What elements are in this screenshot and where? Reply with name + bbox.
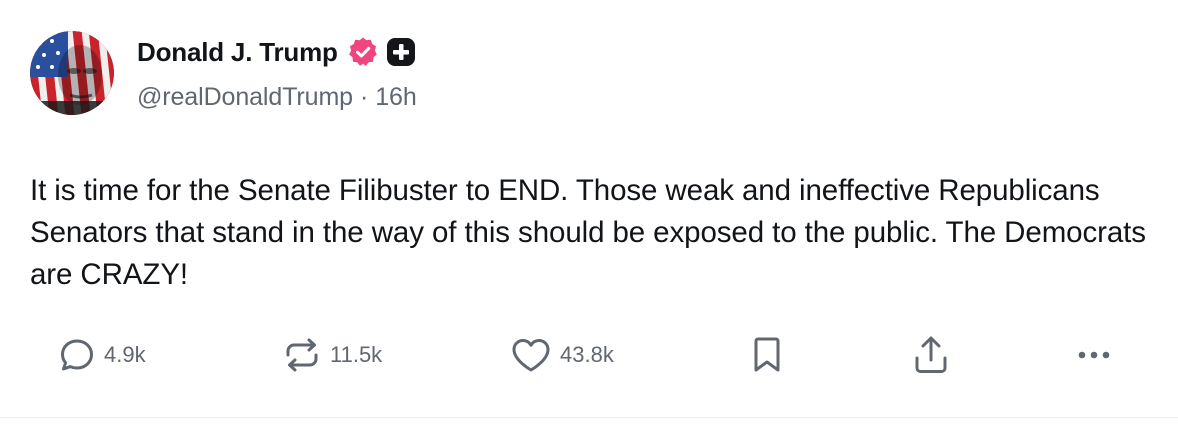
avatar-image — [30, 31, 114, 115]
bookmark-button[interactable] — [750, 330, 784, 380]
author-display-name[interactable]: Donald J. Trump — [137, 37, 338, 68]
more-options-button[interactable] — [1076, 330, 1114, 380]
reply-icon — [58, 336, 96, 374]
like-count: 43.8k — [560, 342, 614, 367]
heart-icon — [510, 336, 552, 374]
bookmark-icon — [750, 335, 784, 375]
share-button[interactable] — [912, 330, 950, 380]
post-timestamp[interactable]: 16h — [375, 83, 417, 112]
author-name-row: Donald J. Trump — [137, 33, 416, 71]
verified-badge-icon — [347, 36, 379, 68]
post-actions-bar: 4.9k 11.5k 43.8k — [0, 330, 1178, 380]
author-handle[interactable]: @realDonaldTrump — [137, 83, 353, 112]
retruth-count: 11.5k — [330, 342, 383, 367]
more-icon — [1076, 349, 1114, 361]
meta-separator: · — [360, 83, 369, 111]
reply-count: 4.9k — [104, 342, 146, 367]
reply-button[interactable]: 4.9k — [58, 330, 146, 380]
plus-badge-icon — [386, 37, 416, 67]
post-card: Donald J. Trump @realDonaldTrump · 16h I… — [0, 0, 1178, 424]
avatar[interactable] — [30, 31, 114, 115]
retruth-icon — [282, 336, 322, 374]
share-icon — [912, 334, 950, 376]
post-body-text: It is time for the Senate Filibuster to … — [30, 174, 1146, 291]
like-button[interactable]: 43.8k — [510, 330, 614, 380]
retruth-button[interactable]: 11.5k — [282, 330, 382, 380]
post-divider — [0, 417, 1178, 418]
author-meta-row: @realDonaldTrump · 16h — [137, 83, 417, 112]
